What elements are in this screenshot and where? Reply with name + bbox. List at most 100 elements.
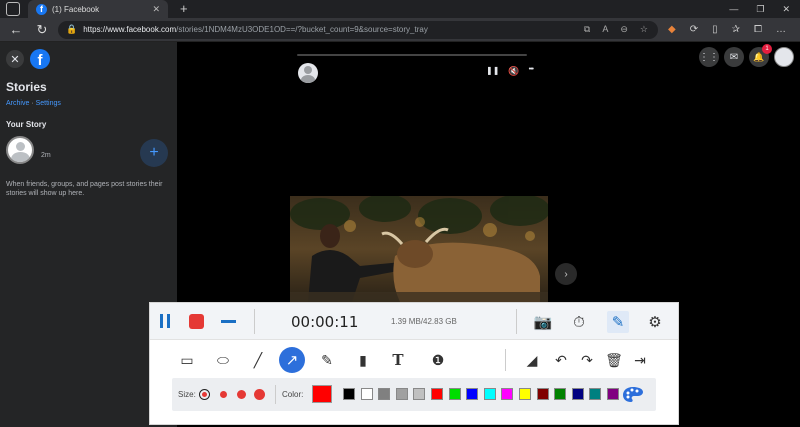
notification-badge: 1 xyxy=(762,44,772,54)
window-controls: — ❐ ✕ xyxy=(729,4,790,15)
undo-icon[interactable]: ↶ xyxy=(548,347,574,373)
settings-link[interactable]: Settings xyxy=(36,100,61,107)
more-options-icon[interactable]: ••• xyxy=(529,66,534,77)
facebook-logo-icon[interactable]: f xyxy=(30,49,50,69)
settings-gear-icon[interactable]: ⚙ xyxy=(644,311,666,333)
exit-annotation-icon[interactable]: ⇥ xyxy=(627,347,653,373)
step-number-tool-icon[interactable]: ❶ xyxy=(425,347,451,373)
size-option-3[interactable] xyxy=(237,390,246,399)
collections-icon[interactable]: ⧠ xyxy=(754,24,762,35)
rectangle-tool-icon[interactable]: ▭ xyxy=(174,347,200,373)
color-swatch[interactable] xyxy=(395,388,408,400)
line-tool-icon[interactable]: ╱ xyxy=(245,347,271,373)
links-separator: · xyxy=(31,100,34,107)
size-option-1[interactable] xyxy=(202,392,207,397)
reload-button[interactable]: ↻ xyxy=(32,22,52,38)
notifications-button[interactable]: 🔔 1 xyxy=(749,44,772,67)
zoom-icon[interactable]: ⊖ xyxy=(620,24,628,35)
color-swatch[interactable] xyxy=(607,388,619,400)
drawing-tools-row: ▭ ⬭ ╱ ↗ ✎ ▮ T ❶ ◢ ↶ ↷ 🗑 ⇥ xyxy=(150,341,678,379)
eraser-icon[interactable]: ◢ xyxy=(519,347,545,373)
schedule-timer-icon[interactable]: ⏱ xyxy=(568,311,590,333)
your-story-label: Your Story xyxy=(6,120,47,129)
color-swatch[interactable] xyxy=(431,388,443,400)
arrow-tool-icon[interactable]: ↗ xyxy=(279,347,305,373)
color-swatch[interactable] xyxy=(448,388,461,400)
color-swatch[interactable] xyxy=(378,388,391,400)
close-stories-button[interactable]: ✕ xyxy=(6,50,24,68)
install-app-icon[interactable]: ⧉ xyxy=(584,24,590,35)
style-options-row: Size: Color: xyxy=(172,378,656,411)
color-swatch[interactable] xyxy=(343,388,355,400)
url-text: https://www.facebook.com/stories/1NDM4Mz… xyxy=(83,25,428,34)
mute-icon[interactable]: 🔇 xyxy=(508,66,519,77)
size-option-2[interactable] xyxy=(220,391,227,398)
text-tool-icon[interactable]: T xyxy=(385,347,411,373)
minimize-icon[interactable]: — xyxy=(729,4,738,15)
redo-icon[interactable]: ↷ xyxy=(574,347,600,373)
next-story-button[interactable]: › xyxy=(555,263,577,285)
pen-tool-icon[interactable]: ✎ xyxy=(314,347,340,373)
facebook-favicon-icon: f xyxy=(36,3,47,15)
recording-timer: 00:00:11 xyxy=(291,313,359,331)
selected-color-swatch[interactable] xyxy=(312,385,332,403)
recording-file-size: 1.39 MB/42.83 GB xyxy=(391,317,457,326)
extension-fox-icon[interactable]: ◆ xyxy=(668,24,676,35)
url-actions: ⧉ A ⊖ ☆ xyxy=(584,24,648,35)
minimize-recorder-button[interactable] xyxy=(221,320,236,323)
split-screen-icon[interactable]: ▯ xyxy=(712,24,718,35)
browser-address-bar: ← ↻ 🔒 https://www.facebook.com/stories/1… xyxy=(0,18,800,42)
favorites-icon[interactable]: ✰ xyxy=(732,24,740,35)
story-progress-bar xyxy=(297,54,527,56)
custom-color-palette-icon[interactable] xyxy=(622,386,644,403)
story-time: 2m xyxy=(41,152,51,159)
profile-avatar[interactable] xyxy=(774,47,794,67)
messenger-icon[interactable]: ✉ xyxy=(724,47,744,67)
color-swatch[interactable] xyxy=(519,388,531,400)
url-field[interactable]: 🔒 https://www.facebook.com/stories/1NDM4… xyxy=(58,20,658,39)
archive-link[interactable]: Archive xyxy=(6,100,29,107)
browser-tab[interactable]: f (1) Facebook ✕ xyxy=(28,0,168,18)
story-controls: ❚❚ 🔇 ••• xyxy=(486,66,534,77)
pause-icon[interactable]: ❚❚ xyxy=(486,66,499,77)
browser-extensions: ◆ ⟳ ▯ ✰ ⧠ … xyxy=(668,24,786,35)
color-swatch[interactable] xyxy=(466,388,479,400)
stop-recording-button[interactable] xyxy=(189,314,204,329)
restore-icon[interactable]: ❐ xyxy=(756,4,764,15)
stories-links: Archive · Settings xyxy=(6,100,61,107)
add-story-button[interactable]: + xyxy=(140,139,168,167)
color-swatch[interactable] xyxy=(589,388,602,400)
tab-actions-icon[interactable] xyxy=(6,2,20,16)
color-swatch[interactable] xyxy=(413,388,426,400)
color-swatch[interactable] xyxy=(360,388,373,400)
more-icon[interactable]: … xyxy=(776,24,786,35)
read-aloud-icon[interactable]: A xyxy=(602,24,608,35)
size-label: Size: xyxy=(178,390,196,399)
highlighter-tool-icon[interactable]: ▮ xyxy=(350,347,376,373)
color-label: Color: xyxy=(282,390,304,399)
annotate-edit-icon[interactable]: ✎ xyxy=(607,311,629,333)
favorite-icon[interactable]: ☆ xyxy=(640,24,648,35)
story-author-avatar[interactable] xyxy=(298,63,318,83)
your-story-card[interactable]: 2m + xyxy=(2,134,174,168)
ellipse-tool-icon[interactable]: ⬭ xyxy=(210,347,236,373)
divider xyxy=(254,309,255,334)
color-swatch[interactable] xyxy=(554,388,567,400)
delete-trash-icon[interactable]: 🗑 xyxy=(601,347,627,373)
color-swatch[interactable] xyxy=(483,388,496,400)
back-button[interactable]: ← xyxy=(6,22,26,37)
window-close-icon[interactable]: ✕ xyxy=(782,4,790,15)
pause-recording-button[interactable] xyxy=(158,314,172,328)
size-option-4[interactable] xyxy=(254,389,265,400)
recorder-status-row: 00:00:11 1.39 MB/42.83 GB 📷 ⏱ ✎ ⚙ xyxy=(150,303,678,340)
color-swatch[interactable] xyxy=(536,388,549,400)
new-tab-button[interactable]: + xyxy=(180,0,188,18)
menu-grid-icon[interactable]: ⋮⋮ xyxy=(699,47,719,67)
color-swatch[interactable] xyxy=(501,388,514,400)
extension-icon[interactable]: ⟳ xyxy=(690,24,698,35)
url-host: https://www.facebook.com xyxy=(83,25,177,34)
screenshot-camera-icon[interactable]: 📷 xyxy=(532,311,554,333)
empty-stories-message: When friends, groups, and pages post sto… xyxy=(6,181,163,197)
color-swatch[interactable] xyxy=(571,388,584,400)
tab-close-icon[interactable]: ✕ xyxy=(152,4,160,15)
